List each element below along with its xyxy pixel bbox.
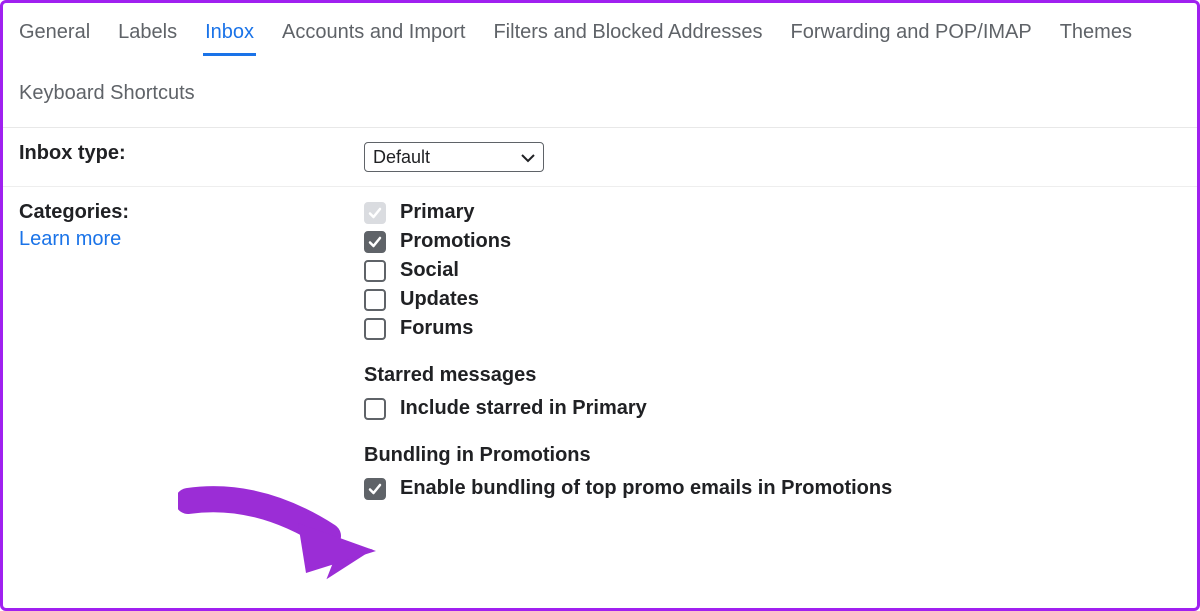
checkbox-include-starred[interactable] — [364, 398, 386, 420]
categories-list: Primary Promotions Social Updates — [364, 201, 1181, 500]
checkbox-promotions[interactable] — [364, 231, 386, 253]
category-primary: Primary — [364, 201, 1181, 224]
checkbox-social[interactable] — [364, 260, 386, 282]
starred-title: Starred messages — [364, 364, 1181, 387]
starred-include[interactable]: Include starred in Primary — [364, 397, 1181, 420]
category-social[interactable]: Social — [364, 259, 1181, 282]
tab-labels[interactable]: Labels — [118, 21, 177, 54]
tab-inbox[interactable]: Inbox — [205, 21, 254, 54]
category-forums-label: Forums — [400, 317, 473, 340]
tab-accounts[interactable]: Accounts and Import — [282, 21, 465, 54]
settings-tabs: General Labels Inbox Accounts and Import… — [3, 3, 1197, 128]
category-promotions-label: Promotions — [400, 230, 511, 253]
row-inbox-type: Inbox type: Default — [3, 128, 1197, 187]
tab-keyboard[interactable]: Keyboard Shortcuts — [19, 82, 195, 115]
checkbox-primary — [364, 202, 386, 224]
checkbox-enable-bundling[interactable] — [364, 478, 386, 500]
tab-themes[interactable]: Themes — [1060, 21, 1132, 54]
tab-filters[interactable]: Filters and Blocked Addresses — [493, 21, 762, 54]
bundling-title: Bundling in Promotions — [364, 444, 1181, 467]
bundling-enable[interactable]: Enable bundling of top promo emails in P… — [364, 477, 1181, 500]
inbox-type-label: Inbox type: — [19, 142, 364, 165]
chevron-down-icon — [521, 147, 535, 168]
row-categories: Categories: Learn more Primary Promotion… — [3, 187, 1197, 520]
category-updates[interactable]: Updates — [364, 288, 1181, 311]
category-forums[interactable]: Forums — [364, 317, 1181, 340]
tab-forwarding[interactable]: Forwarding and POP/IMAP — [791, 21, 1032, 54]
category-social-label: Social — [400, 259, 459, 282]
category-promotions[interactable]: Promotions — [364, 230, 1181, 253]
categories-label: Categories: — [19, 201, 364, 224]
category-primary-label: Primary — [400, 201, 475, 224]
bundling-enable-label: Enable bundling of top promo emails in P… — [400, 477, 892, 500]
inbox-type-value: Default — [373, 147, 430, 168]
inbox-type-select[interactable]: Default — [364, 142, 544, 172]
tab-general[interactable]: General — [19, 21, 90, 54]
checkbox-forums[interactable] — [364, 318, 386, 340]
category-updates-label: Updates — [400, 288, 479, 311]
checkbox-updates[interactable] — [364, 289, 386, 311]
learn-more-link[interactable]: Learn more — [19, 228, 364, 251]
starred-include-label: Include starred in Primary — [400, 397, 647, 420]
